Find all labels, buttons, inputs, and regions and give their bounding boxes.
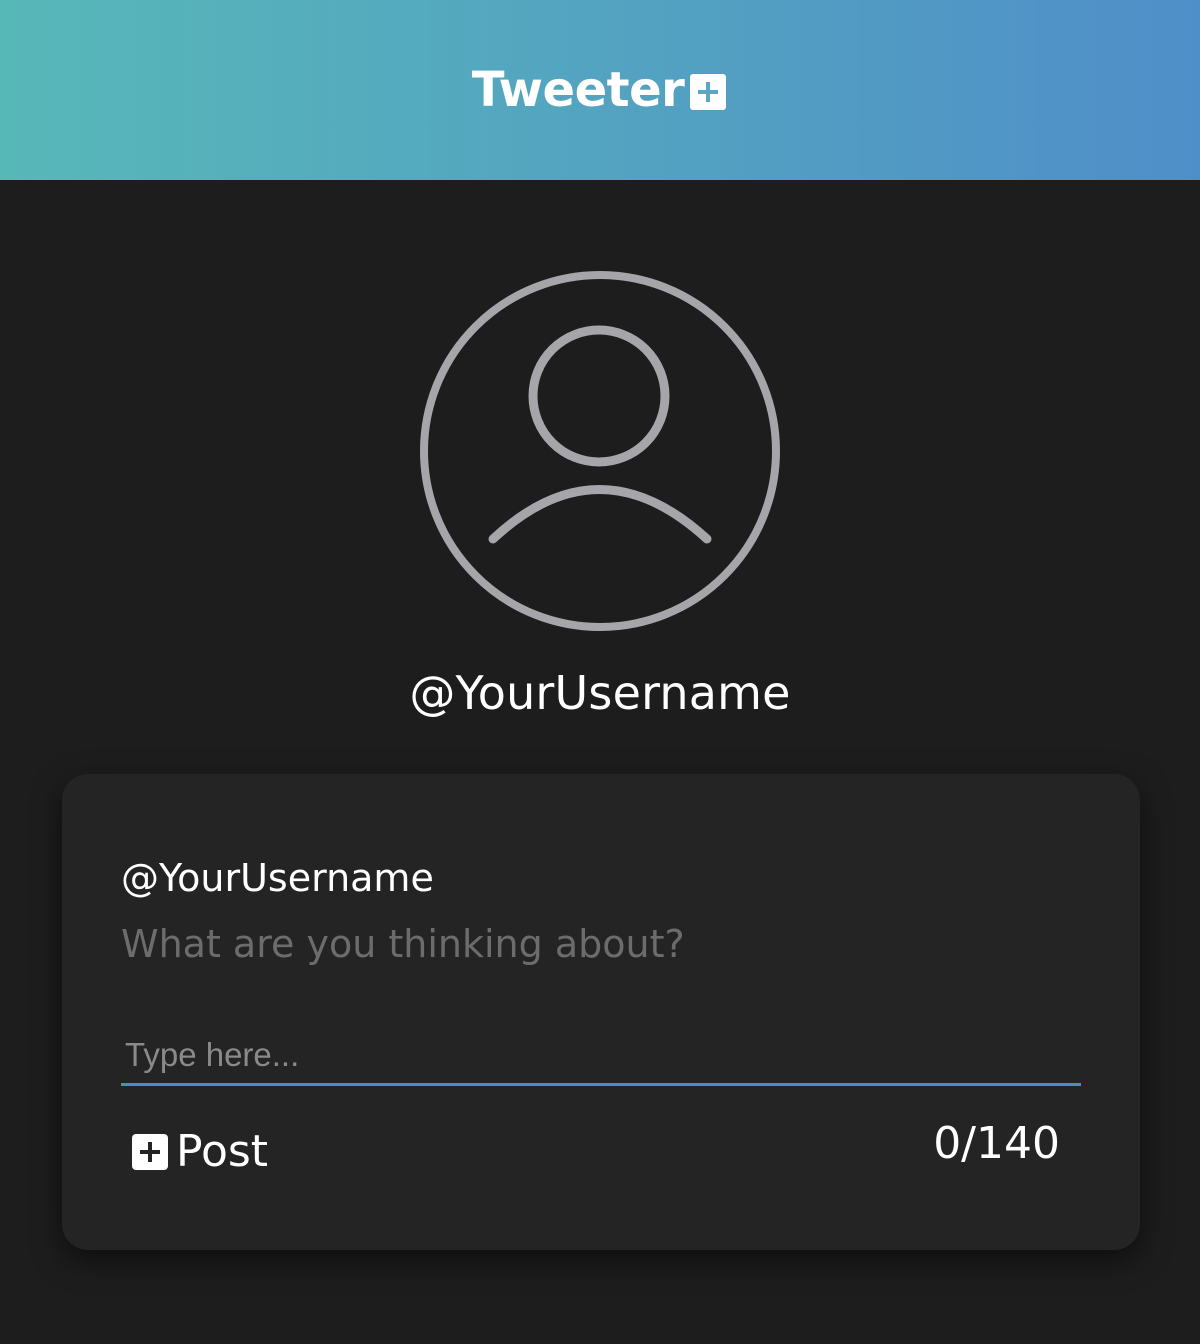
composer-prompt: What are you thinking about? xyxy=(121,922,685,966)
post-button[interactable]: Post xyxy=(132,1126,268,1177)
page: Tweeter @YourUsername @YourUsername What… xyxy=(0,0,1200,1344)
user-avatar-icon xyxy=(420,271,780,631)
character-counter: 0/140 xyxy=(933,1118,1060,1169)
tweet-input[interactable] xyxy=(121,1026,1081,1083)
plus-square-icon xyxy=(132,1133,168,1170)
tweet-composer-card: @YourUsername What are you thinking abou… xyxy=(62,774,1140,1250)
profile-section: @YourUsername xyxy=(0,270,1200,720)
brand-title: Tweeter xyxy=(471,62,685,118)
profile-username: @YourUsername xyxy=(409,666,791,720)
brand[interactable]: Tweeter xyxy=(472,62,727,118)
app-header: Tweeter xyxy=(0,0,1200,180)
composer-username: @YourUsername xyxy=(121,856,434,900)
post-button-label: Post xyxy=(176,1126,269,1177)
tweet-input-wrapper xyxy=(121,1026,1081,1086)
plus-square-icon xyxy=(690,74,727,110)
